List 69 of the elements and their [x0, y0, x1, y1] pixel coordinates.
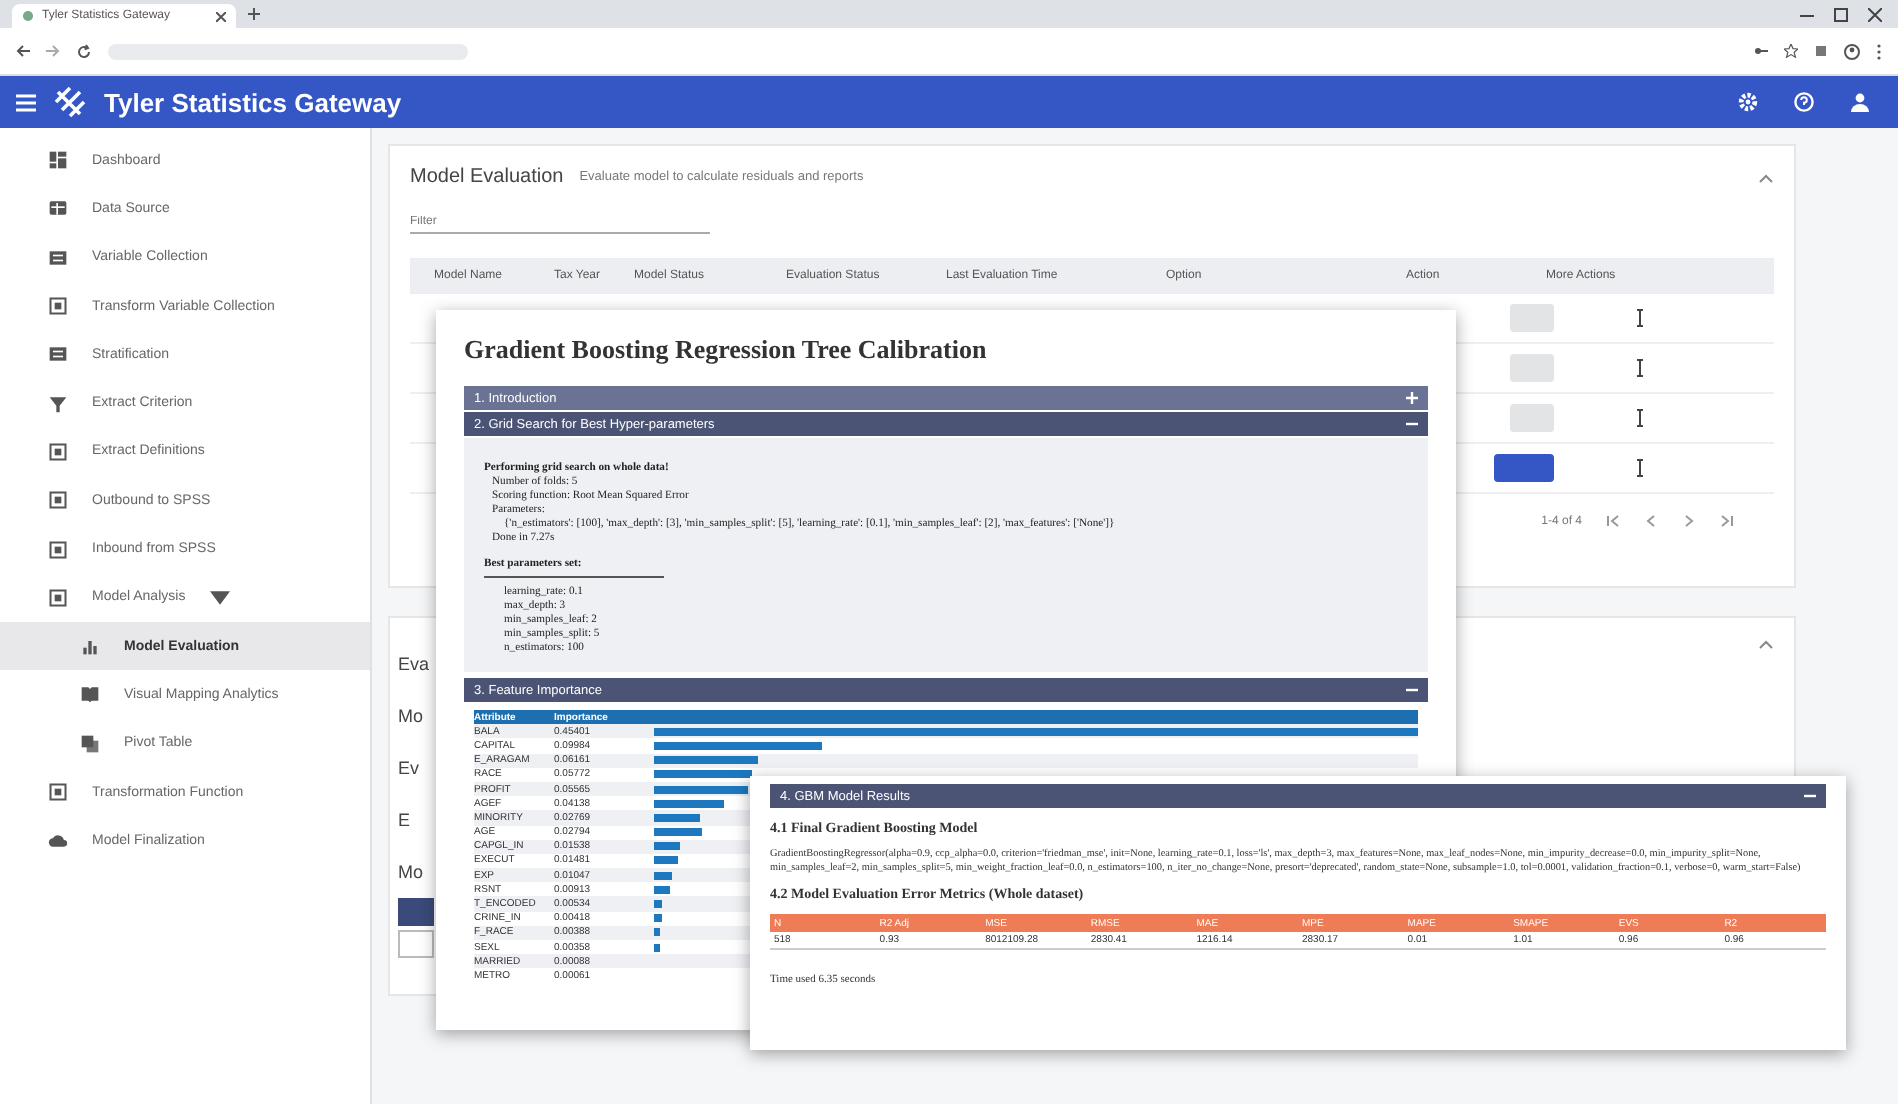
list-icon [48, 344, 68, 365]
card-title: Model Evaluation [410, 166, 564, 188]
reload-icon[interactable] [76, 43, 92, 59]
help-icon[interactable] [1794, 92, 1814, 112]
extension-icon[interactable] [1814, 43, 1828, 57]
close-icon[interactable] [1868, 7, 1882, 21]
section-label: Mo [398, 862, 424, 882]
cloud-icon [48, 830, 68, 851]
more-icon[interactable] [1634, 308, 1646, 328]
importance-bar [654, 785, 748, 794]
page-icon [22, 10, 34, 22]
key-icon[interactable] [1754, 43, 1768, 57]
more-icon[interactable] [1634, 458, 1646, 478]
more-icon[interactable] [1634, 358, 1646, 378]
importance-bar [654, 756, 758, 765]
book-icon [80, 684, 100, 705]
first-page-icon[interactable] [1606, 514, 1620, 528]
importance-bar [654, 813, 701, 822]
minus-icon[interactable] [1406, 684, 1418, 696]
chart-icon [80, 636, 100, 657]
importance-bar [654, 828, 701, 837]
importance-bar [654, 900, 663, 909]
importance-bar [654, 770, 752, 779]
stack-icon [80, 733, 100, 754]
menu-icon[interactable] [16, 93, 36, 111]
importance-bar [654, 799, 724, 808]
box-icon [48, 296, 68, 317]
section-label: Mo [398, 706, 424, 726]
logo-icon [52, 84, 88, 120]
section-label: Eva [398, 654, 430, 674]
importance-bar [654, 928, 661, 937]
box-icon [48, 587, 68, 608]
next-page-icon[interactable] [1682, 514, 1696, 528]
dashboard-icon [48, 150, 68, 171]
last-page-icon[interactable] [1720, 514, 1734, 528]
section-label: E [398, 810, 411, 830]
box-icon [48, 441, 68, 462]
menu-icon[interactable] [1876, 43, 1882, 59]
importance-bar [654, 856, 679, 865]
filter-icon [48, 393, 68, 414]
back-icon[interactable] [16, 44, 30, 58]
close-icon[interactable] [216, 11, 226, 21]
star-icon[interactable] [1784, 43, 1798, 57]
profile-icon[interactable] [1844, 43, 1860, 59]
box-icon [48, 490, 68, 511]
plus-icon[interactable] [1406, 392, 1418, 404]
list-icon [48, 247, 68, 268]
box-icon [48, 782, 68, 802]
importance-bar [654, 914, 662, 923]
minus-icon[interactable] [1804, 790, 1816, 802]
previous-page-icon[interactable] [1644, 514, 1658, 528]
importance-bar [654, 842, 680, 851]
importance-bar [654, 871, 672, 880]
account-icon[interactable] [1850, 92, 1870, 112]
minus-icon[interactable] [1406, 418, 1418, 430]
maximize-icon[interactable] [1834, 7, 1848, 21]
section-label: Ev [398, 758, 420, 778]
new-tab-icon[interactable] [244, 4, 264, 24]
collapse-icon[interactable] [1758, 638, 1774, 650]
more-icon[interactable] [1634, 408, 1646, 428]
app-title: Tyler Statistics Gateway [104, 87, 402, 117]
importance-bar [654, 943, 660, 952]
dialog-title: Gradient Boosting Regression Tree Calibration [464, 334, 989, 366]
table-icon [48, 198, 68, 219]
importance-bar [654, 885, 670, 894]
settings-icon[interactable] [1738, 92, 1758, 112]
collapse-icon[interactable] [1758, 171, 1774, 183]
input-field[interactable] [398, 930, 434, 958]
box-icon [48, 539, 68, 560]
